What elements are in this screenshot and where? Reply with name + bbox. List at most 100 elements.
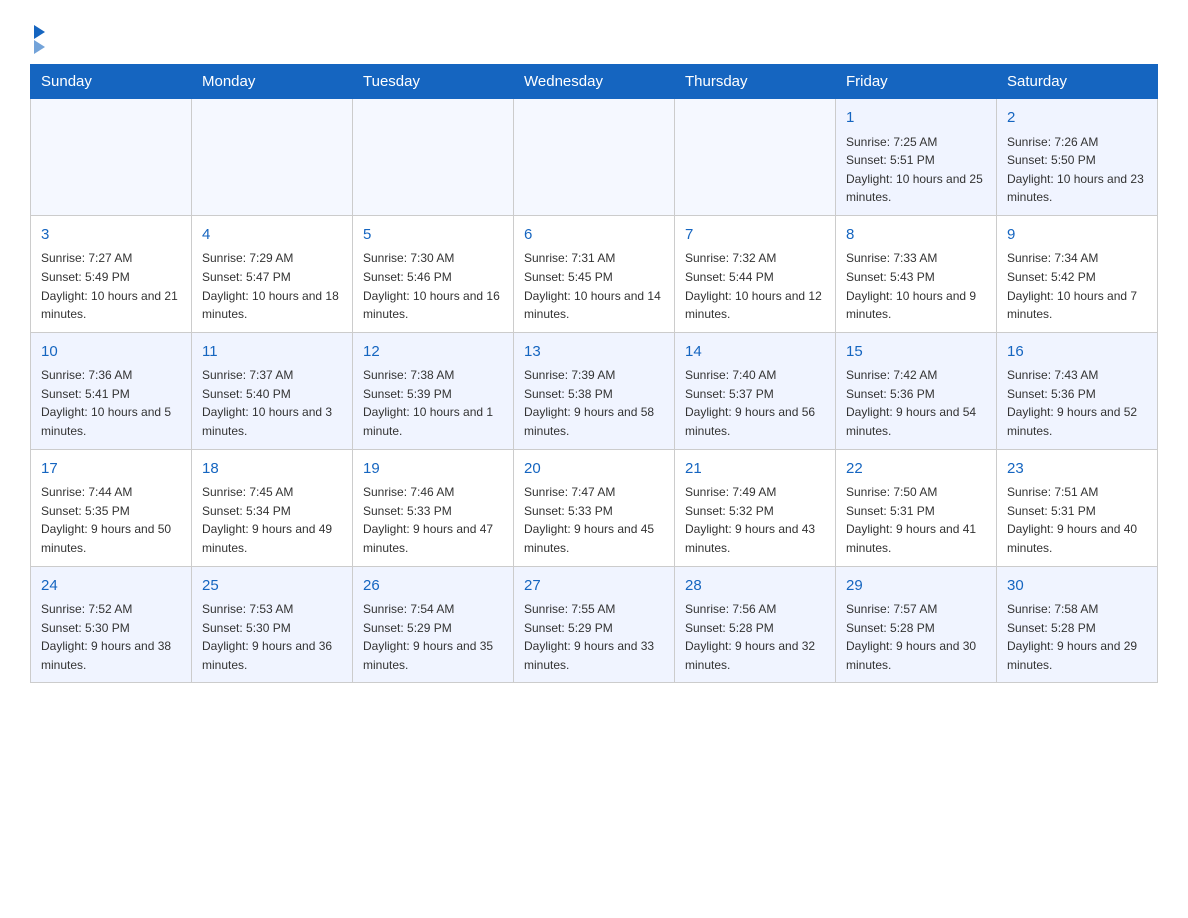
day-number: 21 [685, 458, 825, 481]
calendar-cell: 3Sunrise: 7:27 AMSunset: 5:49 PMDaylight… [31, 215, 192, 332]
day-number: 7 [685, 224, 825, 247]
day-info: Sunrise: 7:36 AMSunset: 5:41 PMDaylight:… [41, 366, 181, 440]
day-number: 24 [41, 575, 181, 598]
calendar-week-row: 3Sunrise: 7:27 AMSunset: 5:49 PMDaylight… [31, 215, 1158, 332]
calendar-cell: 20Sunrise: 7:47 AMSunset: 5:33 PMDayligh… [514, 449, 675, 566]
calendar-cell: 18Sunrise: 7:45 AMSunset: 5:34 PMDayligh… [192, 449, 353, 566]
day-number: 8 [846, 224, 986, 247]
calendar-cell: 9Sunrise: 7:34 AMSunset: 5:42 PMDaylight… [997, 215, 1158, 332]
calendar-cell: 6Sunrise: 7:31 AMSunset: 5:45 PMDaylight… [514, 215, 675, 332]
day-number: 14 [685, 341, 825, 364]
calendar-cell [353, 99, 514, 216]
calendar-cell: 16Sunrise: 7:43 AMSunset: 5:36 PMDayligh… [997, 332, 1158, 449]
calendar-cell: 14Sunrise: 7:40 AMSunset: 5:37 PMDayligh… [675, 332, 836, 449]
calendar-cell: 4Sunrise: 7:29 AMSunset: 5:47 PMDaylight… [192, 215, 353, 332]
day-number: 2 [1007, 107, 1147, 130]
calendar-cell: 1 Sunrise: 7:25 AMSunset: 5:51 PMDaylight… [836, 99, 997, 216]
calendar-cell: 2 Sunrise: 7:26 AMSunset: 5:50 PMDaylight… [997, 99, 1158, 216]
day-number: 25 [202, 575, 342, 598]
day-info: Sunrise: 7:39 AMSunset: 5:38 PMDaylight:… [524, 366, 664, 440]
day-info: Sunrise: 7:58 AMSunset: 5:28 PMDaylight:… [1007, 600, 1147, 674]
day-info: Sunrise: 7:29 AMSunset: 5:47 PMDaylight:… [202, 249, 342, 323]
day-info: Sunrise: 7:42 AMSunset: 5:36 PMDaylight:… [846, 366, 986, 440]
day-info: Sunrise: 7:52 AMSunset: 5:30 PMDaylight:… [41, 600, 181, 674]
day-info: Sunrise: 7:43 AMSunset: 5:36 PMDaylight:… [1007, 366, 1147, 440]
day-info: Sunrise: 7:30 AMSunset: 5:46 PMDaylight:… [363, 249, 503, 323]
calendar-cell: 30Sunrise: 7:58 AMSunset: 5:28 PMDayligh… [997, 566, 1158, 683]
weekday-header-sunday: Sunday [31, 65, 192, 99]
day-info: Sunrise: 7:33 AMSunset: 5:43 PMDaylight:… [846, 249, 986, 323]
day-number: 23 [1007, 458, 1147, 481]
day-number: 20 [524, 458, 664, 481]
day-info: Sunrise: 7:55 AMSunset: 5:29 PMDaylight:… [524, 600, 664, 674]
weekday-header-saturday: Saturday [997, 65, 1158, 99]
day-info: Sunrise: 7:49 AMSunset: 5:32 PMDaylight:… [685, 483, 825, 557]
day-number: 9 [1007, 224, 1147, 247]
calendar-cell: 8Sunrise: 7:33 AMSunset: 5:43 PMDaylight… [836, 215, 997, 332]
day-number: 26 [363, 575, 503, 598]
day-number: 1 [846, 107, 986, 130]
day-number: 30 [1007, 575, 1147, 598]
calendar-cell: 15Sunrise: 7:42 AMSunset: 5:36 PMDayligh… [836, 332, 997, 449]
day-number: 15 [846, 341, 986, 364]
calendar-week-row: 10Sunrise: 7:36 AMSunset: 5:41 PMDayligh… [31, 332, 1158, 449]
calendar-cell: 17Sunrise: 7:44 AMSunset: 5:35 PMDayligh… [31, 449, 192, 566]
calendar-cell: 26Sunrise: 7:54 AMSunset: 5:29 PMDayligh… [353, 566, 514, 683]
day-number: 16 [1007, 341, 1147, 364]
day-info: Sunrise: 7:40 AMSunset: 5:37 PMDaylight:… [685, 366, 825, 440]
calendar-cell: 22Sunrise: 7:50 AMSunset: 5:31 PMDayligh… [836, 449, 997, 566]
day-number: 5 [363, 224, 503, 247]
day-number: 28 [685, 575, 825, 598]
calendar-cell: 10Sunrise: 7:36 AMSunset: 5:41 PMDayligh… [31, 332, 192, 449]
weekday-header-friday: Friday [836, 65, 997, 99]
day-number: 4 [202, 224, 342, 247]
calendar-week-row: 24Sunrise: 7:52 AMSunset: 5:30 PMDayligh… [31, 566, 1158, 683]
calendar-cell: 13Sunrise: 7:39 AMSunset: 5:38 PMDayligh… [514, 332, 675, 449]
day-info: Sunrise: 7:46 AMSunset: 5:33 PMDaylight:… [363, 483, 503, 557]
calendar-cell [192, 99, 353, 216]
day-info: Sunrise: 7:44 AMSunset: 5:35 PMDaylight:… [41, 483, 181, 557]
calendar-week-row: 17Sunrise: 7:44 AMSunset: 5:35 PMDayligh… [31, 449, 1158, 566]
day-info: Sunrise: 7:34 AMSunset: 5:42 PMDaylight:… [1007, 249, 1147, 323]
calendar-cell: 23Sunrise: 7:51 AMSunset: 5:31 PMDayligh… [997, 449, 1158, 566]
day-info: Sunrise: 7:50 AMSunset: 5:31 PMDaylight:… [846, 483, 986, 557]
day-info: Sunrise: 7:37 AMSunset: 5:40 PMDaylight:… [202, 366, 342, 440]
day-info: Sunrise: 7:56 AMSunset: 5:28 PMDaylight:… [685, 600, 825, 674]
weekday-header-monday: Monday [192, 65, 353, 99]
day-number: 10 [41, 341, 181, 364]
calendar-cell: 29Sunrise: 7:57 AMSunset: 5:28 PMDayligh… [836, 566, 997, 683]
logo [30, 20, 45, 54]
calendar-cell: 28Sunrise: 7:56 AMSunset: 5:28 PMDayligh… [675, 566, 836, 683]
weekday-header-thursday: Thursday [675, 65, 836, 99]
day-info: Sunrise: 7:27 AMSunset: 5:49 PMDaylight:… [41, 249, 181, 323]
day-info: Sunrise: 7:26 AMSunset: 5:50 PMDaylight:… [1007, 133, 1147, 207]
day-number: 22 [846, 458, 986, 481]
weekday-header-wednesday: Wednesday [514, 65, 675, 99]
day-number: 13 [524, 341, 664, 364]
calendar-table: SundayMondayTuesdayWednesdayThursdayFrid… [30, 64, 1158, 683]
calendar-cell: 24Sunrise: 7:52 AMSunset: 5:30 PMDayligh… [31, 566, 192, 683]
day-info: Sunrise: 7:32 AMSunset: 5:44 PMDaylight:… [685, 249, 825, 323]
weekday-header-tuesday: Tuesday [353, 65, 514, 99]
weekday-header-row: SundayMondayTuesdayWednesdayThursdayFrid… [31, 65, 1158, 99]
calendar-cell [514, 99, 675, 216]
day-info: Sunrise: 7:31 AMSunset: 5:45 PMDaylight:… [524, 249, 664, 323]
day-info: Sunrise: 7:45 AMSunset: 5:34 PMDaylight:… [202, 483, 342, 557]
calendar-cell: 19Sunrise: 7:46 AMSunset: 5:33 PMDayligh… [353, 449, 514, 566]
day-info: Sunrise: 7:47 AMSunset: 5:33 PMDaylight:… [524, 483, 664, 557]
day-info: Sunrise: 7:51 AMSunset: 5:31 PMDaylight:… [1007, 483, 1147, 557]
calendar-cell [31, 99, 192, 216]
day-info: Sunrise: 7:54 AMSunset: 5:29 PMDaylight:… [363, 600, 503, 674]
day-info: Sunrise: 7:25 AMSunset: 5:51 PMDaylight:… [846, 133, 986, 207]
calendar-cell: 21Sunrise: 7:49 AMSunset: 5:32 PMDayligh… [675, 449, 836, 566]
calendar-cell: 7Sunrise: 7:32 AMSunset: 5:44 PMDaylight… [675, 215, 836, 332]
calendar-cell: 12Sunrise: 7:38 AMSunset: 5:39 PMDayligh… [353, 332, 514, 449]
calendar-cell: 25Sunrise: 7:53 AMSunset: 5:30 PMDayligh… [192, 566, 353, 683]
day-number: 29 [846, 575, 986, 598]
calendar-cell: 5Sunrise: 7:30 AMSunset: 5:46 PMDaylight… [353, 215, 514, 332]
day-number: 6 [524, 224, 664, 247]
day-number: 3 [41, 224, 181, 247]
day-number: 11 [202, 341, 342, 364]
day-number: 19 [363, 458, 503, 481]
day-number: 17 [41, 458, 181, 481]
